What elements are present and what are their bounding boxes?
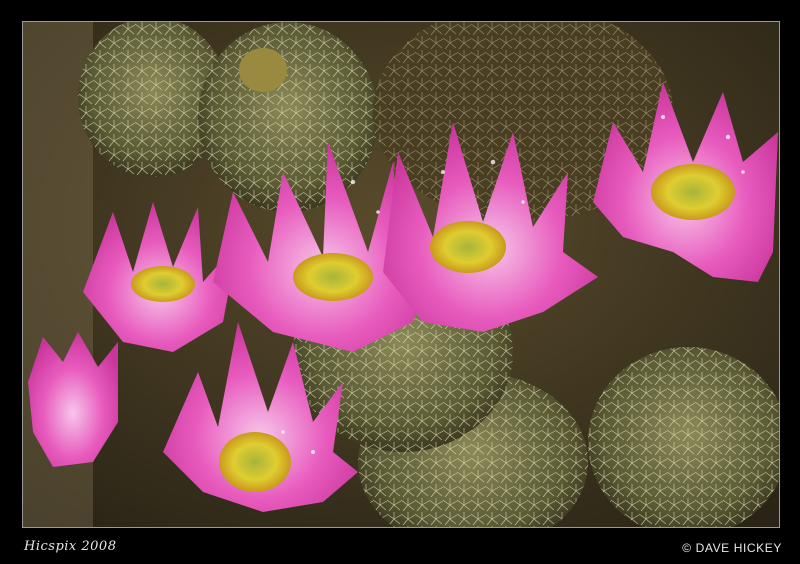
photographer-signature: Hicspix 2008 <box>24 539 117 554</box>
copyright-text: © DAVE HICKEY <box>682 541 782 555</box>
photo-frame <box>22 21 780 528</box>
cactus-flower-photo <box>23 22 779 527</box>
